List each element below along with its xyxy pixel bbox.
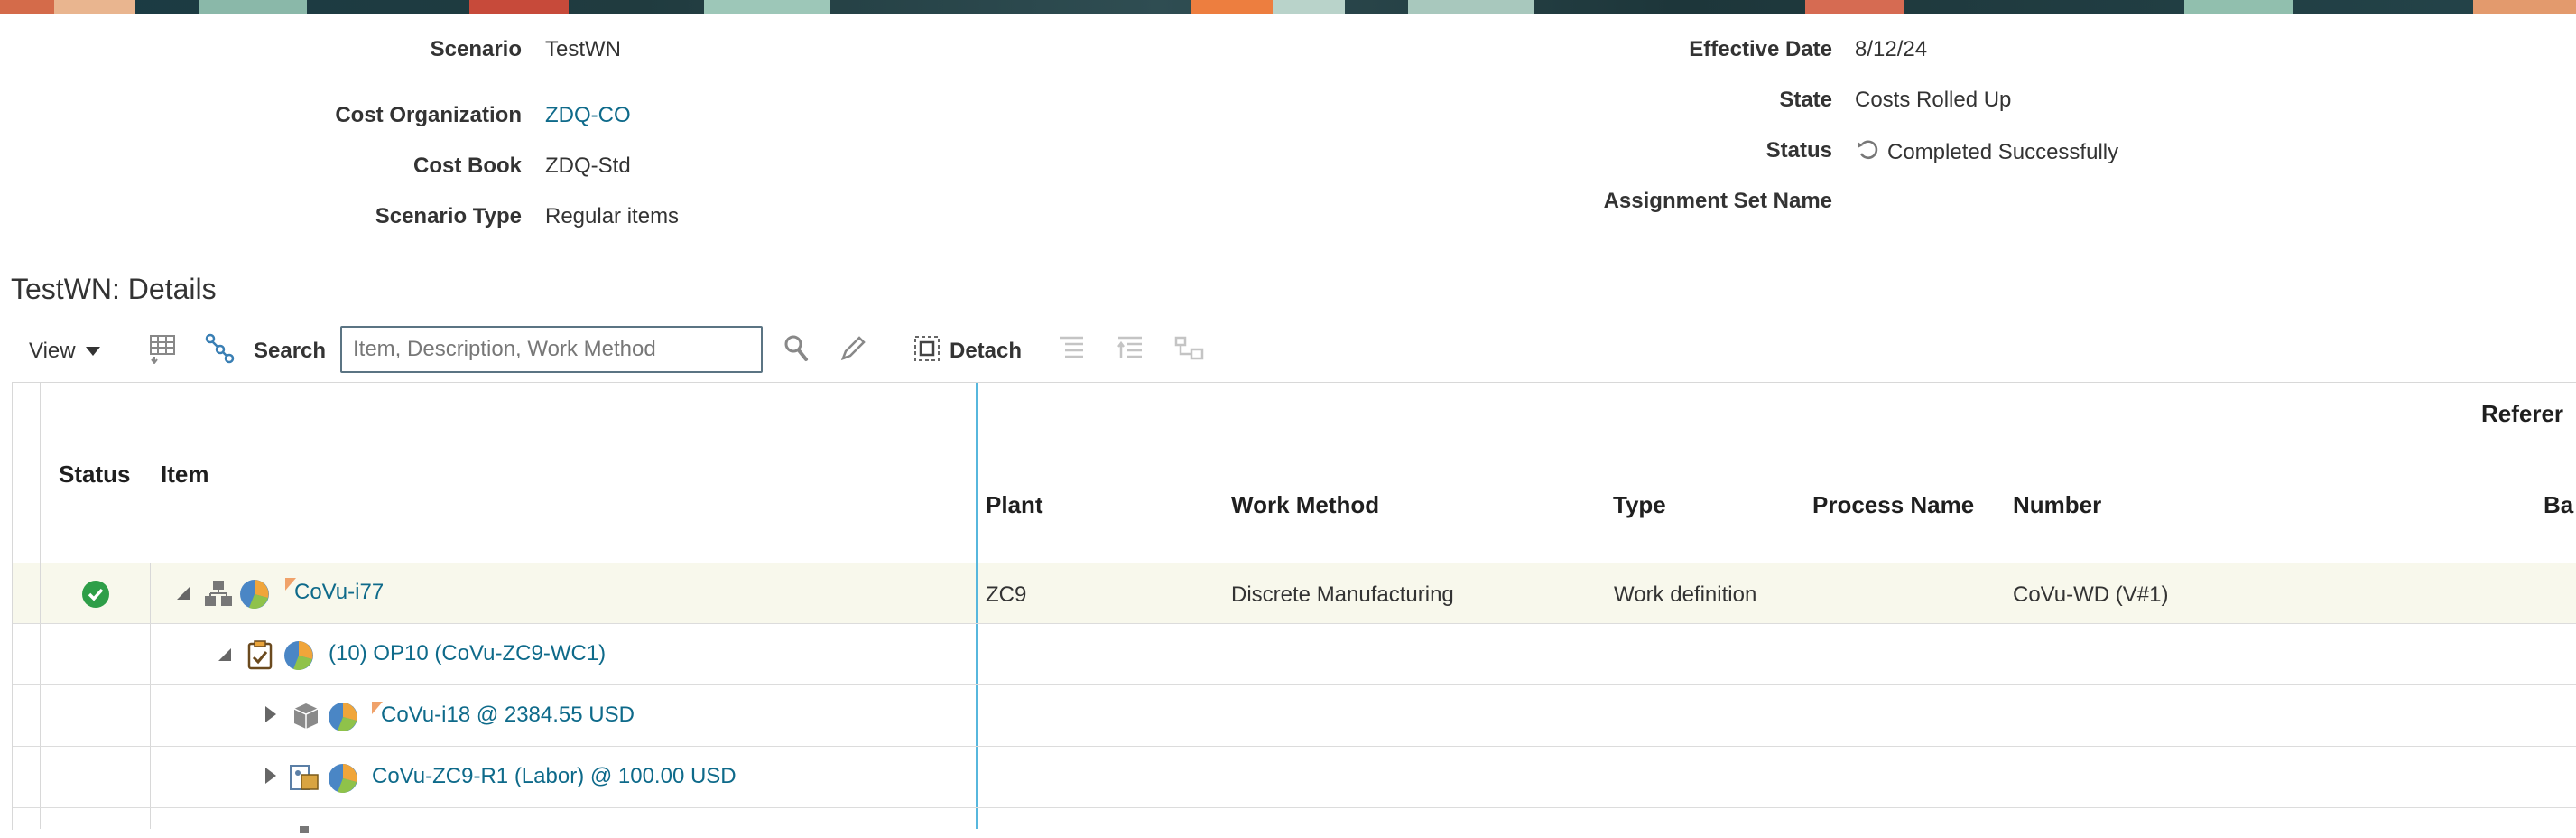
tree-item-link[interactable]: (10) OP10 (CoVu-ZC9-WC1) xyxy=(329,641,606,666)
edit-button[interactable] xyxy=(838,327,868,376)
collapse-row-icon[interactable] xyxy=(217,647,233,667)
column-header-item[interactable]: Item xyxy=(161,461,208,489)
tree-item-link[interactable]: CoVu-i77 xyxy=(294,580,384,605)
scope-icon xyxy=(1173,333,1206,370)
collapse-row-icon[interactable] xyxy=(175,585,191,606)
column-header-process-name[interactable]: Process Name xyxy=(1812,491,1974,519)
detach-label: Detach xyxy=(950,339,1023,363)
pie-icon xyxy=(327,762,359,799)
pie-icon xyxy=(327,701,359,738)
column-header-type[interactable]: Type xyxy=(1613,491,1666,519)
effective-date-value: 8/12/24 xyxy=(1855,37,1928,61)
detach-button[interactable]: Detach xyxy=(912,327,1022,376)
hierarchy-icon xyxy=(204,333,235,370)
search-icon xyxy=(782,333,811,370)
tree-item-link[interactable]: CoVu-ZC9-R1 (Labor) @ 100.00 USD xyxy=(372,764,737,789)
column-header-ba[interactable]: Ba xyxy=(2544,491,2573,519)
collapse-icon xyxy=(1115,333,1145,370)
cost-organization-link[interactable]: ZDQ-CO xyxy=(545,103,631,128)
state-label: State xyxy=(1779,88,1832,112)
pie-icon xyxy=(238,578,271,615)
freeze-columns-button[interactable] xyxy=(148,327,177,376)
cost-organization-label: Cost Organization xyxy=(335,103,522,127)
status-text: Completed Successfully xyxy=(1887,139,2119,164)
effective-date-label: Effective Date xyxy=(1689,37,1832,61)
scenario-value: TestWN xyxy=(545,37,621,61)
status-value: Completed Successfully xyxy=(1855,136,2118,170)
cost-book-value: ZDQ-Std xyxy=(545,154,631,178)
reference-group-header: Referer xyxy=(2481,400,2564,427)
cost-book-label: Cost Book xyxy=(413,154,522,178)
expand-all-button[interactable] xyxy=(1056,327,1087,376)
plant-cell: ZC9 xyxy=(986,582,1027,607)
column-header-plant[interactable]: Plant xyxy=(986,491,1043,519)
detach-icon xyxy=(912,333,942,370)
structure-icon xyxy=(203,578,234,613)
view-menu-label: View xyxy=(29,339,76,363)
expand-row-icon[interactable] xyxy=(264,704,278,729)
resource-icon xyxy=(289,762,321,797)
expand-icon xyxy=(1056,333,1087,370)
search-button[interactable] xyxy=(782,327,811,376)
expand-row-icon[interactable] xyxy=(264,766,278,790)
pie-icon xyxy=(283,639,315,676)
state-value: Costs Rolled Up xyxy=(1855,88,2012,112)
scenario-type-value: Regular items xyxy=(545,204,680,228)
component-icon xyxy=(291,701,321,736)
scenario-type-label: Scenario Type xyxy=(375,204,522,228)
column-header-number[interactable]: Number xyxy=(2013,491,2101,519)
freeze-columns-icon xyxy=(148,333,177,370)
operation-icon xyxy=(246,639,274,675)
number-cell: CoVu-WD (V#1) xyxy=(2013,582,2169,607)
view-menu[interactable]: View xyxy=(29,327,101,376)
hierarchy-button[interactable] xyxy=(204,327,235,376)
refresh-icon xyxy=(1855,136,1882,170)
tree-item-link[interactable]: CoVu-i18 @ 2384.55 USD xyxy=(381,703,635,728)
scope-button[interactable] xyxy=(1173,327,1206,376)
success-check-icon xyxy=(81,580,110,613)
column-header-status[interactable]: Status xyxy=(59,461,130,489)
status-label: Status xyxy=(1765,138,1832,163)
structure-icon xyxy=(298,822,310,838)
collapse-all-button[interactable] xyxy=(1115,327,1145,376)
type-cell: Work definition xyxy=(1614,582,1757,607)
caret-down-icon xyxy=(85,339,101,364)
scenario-label: Scenario xyxy=(430,37,522,61)
work-method-cell: Discrete Manufacturing xyxy=(1231,582,1454,607)
search-input[interactable] xyxy=(340,326,763,373)
search-label: Search xyxy=(254,339,327,363)
assignment-set-name-label: Assignment Set Name xyxy=(1603,189,1832,213)
details-title: TestWN: Details xyxy=(11,273,217,305)
column-header-work-method[interactable]: Work Method xyxy=(1231,491,1379,519)
frozen-column-divider[interactable] xyxy=(976,383,978,829)
header-banner xyxy=(0,0,2576,14)
edit-icon xyxy=(838,333,868,370)
